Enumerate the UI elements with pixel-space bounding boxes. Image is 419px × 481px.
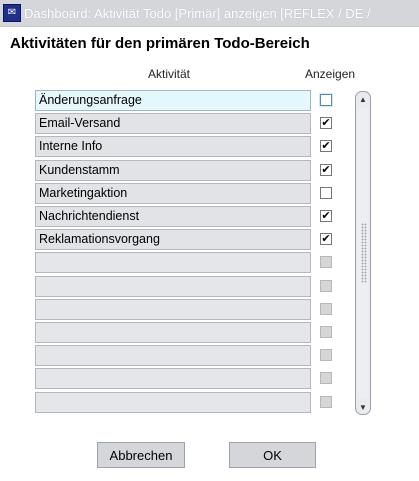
activity-field[interactable]: Änderungsanfrage — [35, 90, 311, 111]
activity-row: Änderungsanfrage — [34, 90, 334, 111]
activity-field[interactable]: Interne Info — [35, 136, 311, 157]
app-icon: ✉ — [3, 4, 21, 22]
show-checkbox — [320, 372, 332, 384]
activity-field[interactable]: Kundenstamm — [35, 160, 311, 181]
show-checkbox — [320, 256, 332, 268]
scrollbar-grip — [361, 223, 367, 283]
window-title: Dashboard: Aktivität Todo [Primär] anzei… — [24, 5, 371, 21]
activity-row: Kundenstamm ✔ — [34, 160, 334, 181]
activity-field[interactable] — [35, 252, 311, 273]
checkmark-icon: ✔ — [321, 163, 331, 176]
activity-row — [34, 252, 334, 273]
show-checkbox — [320, 303, 332, 315]
activity-field[interactable] — [35, 276, 311, 297]
activity-field[interactable]: Nachrichtendienst — [35, 206, 311, 227]
checkmark-icon: ✔ — [321, 139, 331, 152]
activity-field[interactable] — [35, 392, 311, 413]
column-header-show: Anzeigen — [305, 67, 356, 81]
activity-field[interactable]: Email-Versand — [35, 113, 311, 134]
activity-field[interactable] — [35, 368, 311, 389]
dialog-heading: Aktivitäten für den primären Todo-Bereic… — [10, 35, 310, 52]
show-checkbox[interactable]: ✔ — [320, 117, 332, 129]
ok-button[interactable]: OK — [229, 442, 316, 468]
show-checkbox[interactable] — [320, 94, 332, 106]
activity-row — [34, 276, 334, 297]
show-checkbox[interactable] — [320, 187, 332, 199]
activity-field[interactable] — [35, 345, 311, 366]
checkmark-icon: ✔ — [321, 209, 331, 222]
scrollbar-thumb[interactable] — [358, 108, 368, 398]
activity-row: Marketingaktion — [34, 183, 334, 204]
show-checkbox[interactable]: ✔ — [320, 233, 332, 245]
activity-field[interactable] — [35, 322, 311, 343]
activity-row — [34, 392, 334, 413]
activity-field[interactable] — [35, 299, 311, 320]
cancel-button[interactable]: Abbrechen — [97, 442, 185, 468]
title-bar: ✉ Dashboard: Aktivität Todo [Primär] anz… — [0, 0, 419, 27]
activity-row — [34, 322, 334, 343]
activity-row: Email-Versand ✔ — [34, 113, 334, 134]
column-header-activity: Aktivität — [148, 67, 191, 81]
show-checkbox[interactable]: ✔ — [320, 164, 332, 176]
activity-row: Nachrichtendienst ✔ — [34, 206, 334, 227]
show-checkbox — [320, 396, 332, 408]
activity-row: Reklamationsvorgang ✔ — [34, 229, 334, 250]
scroll-up-icon[interactable]: ▲ — [357, 93, 369, 105]
scroll-down-icon[interactable]: ▼ — [357, 401, 369, 413]
activity-row — [34, 368, 334, 389]
show-checkbox — [320, 326, 332, 338]
activity-row — [34, 299, 334, 320]
show-checkbox[interactable]: ✔ — [320, 210, 332, 222]
activity-row — [34, 345, 334, 366]
show-checkbox — [320, 349, 332, 361]
vertical-scrollbar[interactable]: ▲ ▼ — [355, 91, 371, 415]
activity-row: Interne Info ✔ — [34, 136, 334, 157]
checkmark-icon: ✔ — [321, 116, 331, 129]
show-checkbox — [320, 280, 332, 292]
activity-field[interactable]: Reklamationsvorgang — [35, 229, 311, 250]
checkmark-icon: ✔ — [321, 232, 331, 245]
activity-field[interactable]: Marketingaktion — [35, 183, 311, 204]
show-checkbox[interactable]: ✔ — [320, 140, 332, 152]
